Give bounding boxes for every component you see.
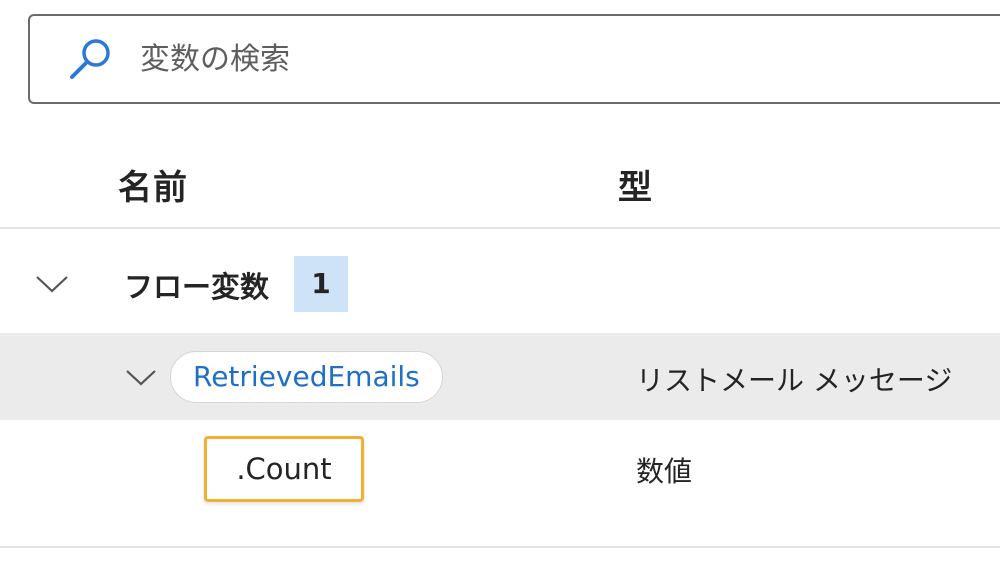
- chevron-down-icon[interactable]: [34, 272, 70, 296]
- variable-row[interactable]: RetrievedEmails リストメール メッセージ: [0, 333, 1000, 420]
- property-row[interactable]: .Count 数値: [0, 420, 1000, 520]
- chevron-down-icon[interactable]: [124, 367, 158, 389]
- variables-pane: 名前 型 フロー変数 1 RetrievedEmails リストメール メッセー…: [0, 0, 1000, 562]
- header-divider: [0, 227, 1000, 229]
- group-row-flow-variables[interactable]: フロー変数 1: [0, 244, 1000, 324]
- column-header-type[interactable]: 型: [618, 160, 653, 209]
- column-header-name[interactable]: 名前: [118, 160, 188, 209]
- property-type: 数値: [636, 455, 693, 488]
- search-icon: [70, 39, 110, 79]
- property-name-chip[interactable]: .Count: [204, 436, 364, 502]
- bottom-divider: [0, 546, 1000, 548]
- search-input[interactable]: [140, 30, 840, 88]
- group-label: フロー変数: [124, 270, 270, 304]
- variable-type: リストメール メッセージ: [636, 364, 953, 397]
- count-badge: 1: [294, 256, 348, 312]
- variable-name-pill[interactable]: RetrievedEmails: [170, 351, 443, 403]
